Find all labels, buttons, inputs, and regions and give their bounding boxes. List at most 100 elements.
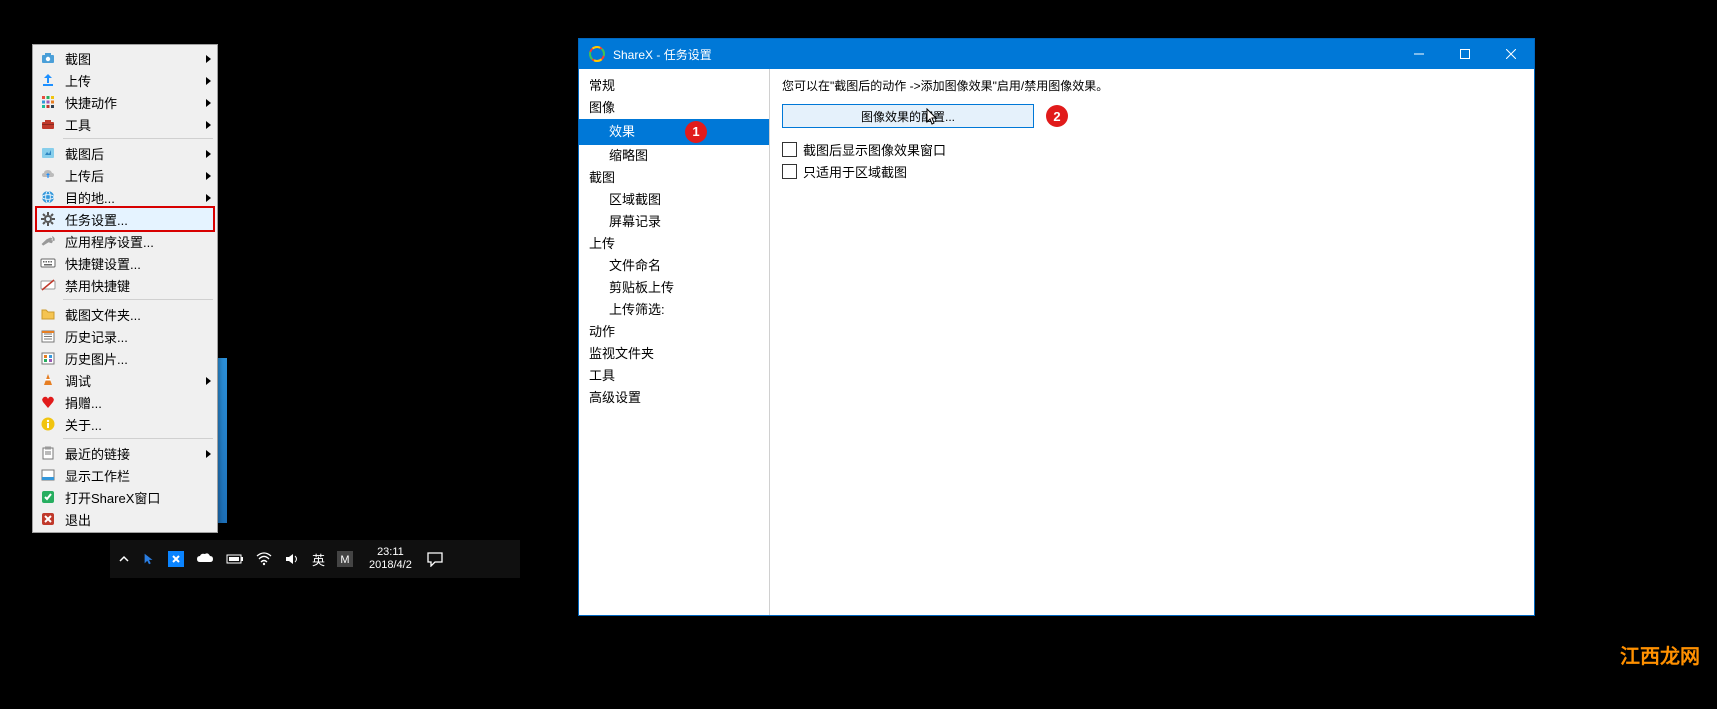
menu-item-globe[interactable]: 目的地...: [35, 186, 215, 208]
menu-item-upload[interactable]: 上传: [35, 69, 215, 91]
menu-item-grid[interactable]: 快捷动作: [35, 91, 215, 113]
tree-item[interactable]: 剪贴板上传: [579, 277, 769, 299]
menu-item-label: 工具: [65, 115, 206, 134]
menu-item-exit[interactable]: 退出: [35, 508, 215, 530]
checkbox-icon: [782, 142, 797, 157]
menu-item-label: 禁用快捷键: [65, 276, 211, 295]
tree-item[interactable]: 屏幕记录: [579, 211, 769, 233]
menu-item-toolbox[interactable]: 工具: [35, 113, 215, 135]
tree-item[interactable]: 缩略图: [579, 145, 769, 167]
tree-item[interactable]: 图像: [579, 97, 769, 119]
menu-item-info[interactable]: 关于...: [35, 413, 215, 435]
menu-item-label: 截图: [65, 49, 206, 68]
menu-item-label: 截图后: [65, 144, 206, 163]
menu-item-no-key[interactable]: 禁用快捷键: [35, 274, 215, 296]
tray-ime-indicator[interactable]: 英: [312, 550, 325, 569]
menu-separator: [63, 138, 213, 139]
menu-item-label: 历史记录...: [65, 327, 211, 346]
menu-item-keyboard[interactable]: 快捷键设置...: [35, 252, 215, 274]
menu-item-clipboard[interactable]: 最近的链接: [35, 442, 215, 464]
upload-icon: [39, 71, 57, 89]
submenu-arrow-icon: [206, 446, 211, 461]
tray-m-icon[interactable]: M: [337, 551, 353, 567]
tree-item[interactable]: 高级设置: [579, 387, 769, 409]
menu-item-check[interactable]: 打开ShareX窗口: [35, 486, 215, 508]
taskbar-clock[interactable]: 23:11 2018/4/2: [369, 546, 412, 572]
menu-item-wrench[interactable]: 应用程序设置...: [35, 230, 215, 252]
menu-item-label: 调试: [65, 371, 206, 390]
tree-item[interactable]: 常规: [579, 75, 769, 97]
checkbox-label: 截图后显示图像效果窗口: [803, 140, 946, 159]
after-capture-icon: [39, 144, 57, 162]
menu-item-label: 捐赠...: [65, 393, 211, 412]
tray-chevron-up-icon[interactable]: [118, 553, 130, 565]
menu-item-label: 快捷键设置...: [65, 254, 211, 273]
checkbox-icon: [782, 164, 797, 179]
menu-item-label: 关于...: [65, 415, 211, 434]
tray-wifi-icon[interactable]: [256, 552, 272, 566]
folder-icon: [39, 305, 57, 323]
checkbox-label: 只适用于区域截图: [803, 162, 907, 181]
history-icon: [39, 327, 57, 345]
mouse-cursor-icon: [925, 108, 939, 129]
submenu-arrow-icon: [206, 373, 211, 388]
after-upload-icon: [39, 166, 57, 184]
menu-item-after-upload[interactable]: 上传后: [35, 164, 215, 186]
no-key-icon: [39, 276, 57, 294]
tree-item[interactable]: 上传筛选:: [579, 299, 769, 321]
tree-item[interactable]: 截图: [579, 167, 769, 189]
menu-item-folder[interactable]: 截图文件夹...: [35, 303, 215, 325]
grid-icon: [39, 93, 57, 111]
action-center-icon[interactable]: [418, 540, 452, 578]
minimize-button[interactable]: [1396, 39, 1442, 69]
settings-tree[interactable]: 常规图像效果1缩略图截图区域截图屏幕记录上传文件命名剪贴板上传上传筛选:动作监视…: [579, 69, 770, 615]
system-tray: 英 M: [110, 550, 361, 569]
exit-icon: [39, 510, 57, 528]
menu-item-label: 最近的链接: [65, 444, 206, 463]
heart-icon: [39, 393, 57, 411]
effects-hint-text: 您可以在"截图后的动作 ->添加图像效果"启用/禁用图像效果。: [782, 77, 1522, 94]
menu-item-after-capture[interactable]: 截图后: [35, 142, 215, 164]
menu-item-history[interactable]: 历史记录...: [35, 325, 215, 347]
menu-item-label: 任务设置...: [65, 210, 211, 229]
window-titlebar[interactable]: ShareX - 任务设置: [579, 39, 1534, 69]
config-button-label: 图像效果的配置...: [861, 108, 955, 125]
tree-item[interactable]: 工具: [579, 365, 769, 387]
tree-item[interactable]: 区域截图: [579, 189, 769, 211]
cone-icon: [39, 371, 57, 389]
tree-item[interactable]: 上传: [579, 233, 769, 255]
menu-item-label: 应用程序设置...: [65, 232, 211, 251]
clock-time: 23:11: [369, 546, 412, 559]
menu-item-label: 显示工作栏: [65, 466, 211, 485]
windows-taskbar-right: 英 M 23:11 2018/4/2: [110, 540, 520, 578]
menu-item-images[interactable]: 历史图片...: [35, 347, 215, 369]
checkbox-region-capture-only[interactable]: 只适用于区域截图: [782, 160, 1522, 182]
close-button[interactable]: [1488, 39, 1534, 69]
menu-item-heart[interactable]: 捐赠...: [35, 391, 215, 413]
menu-item-bar[interactable]: 显示工作栏: [35, 464, 215, 486]
menu-item-label: 截图文件夹...: [65, 305, 211, 324]
submenu-arrow-icon: [206, 51, 211, 66]
menu-item-capture[interactable]: 截图: [35, 47, 215, 69]
submenu-arrow-icon: [206, 117, 211, 132]
tray-app-icon[interactable]: [168, 551, 184, 567]
menu-item-cone[interactable]: 调试: [35, 369, 215, 391]
tree-item[interactable]: 监视文件夹: [579, 343, 769, 365]
settings-content-panel: 您可以在"截图后的动作 ->添加图像效果"启用/禁用图像效果。 图像效果的配置.…: [770, 69, 1534, 615]
image-effects-config-button[interactable]: 图像效果的配置...: [782, 104, 1034, 128]
tray-onedrive-icon[interactable]: [196, 553, 214, 565]
info-icon: [39, 415, 57, 433]
tray-battery-icon[interactable]: [226, 553, 244, 565]
callout-badge-2: 2: [1046, 105, 1068, 127]
checkbox-show-effects-window[interactable]: 截图后显示图像效果窗口: [782, 138, 1522, 160]
tree-item[interactable]: 效果1: [579, 119, 769, 145]
tray-cursor-icon[interactable]: [142, 552, 156, 566]
tree-item[interactable]: 动作: [579, 321, 769, 343]
menu-item-label: 退出: [65, 510, 211, 529]
tree-item[interactable]: 文件命名: [579, 255, 769, 277]
maximize-button[interactable]: [1442, 39, 1488, 69]
window-title: ShareX - 任务设置: [613, 46, 712, 63]
globe-icon: [39, 188, 57, 206]
menu-item-gear[interactable]: 任务设置...: [35, 206, 215, 232]
tray-volume-icon[interactable]: [284, 552, 300, 566]
